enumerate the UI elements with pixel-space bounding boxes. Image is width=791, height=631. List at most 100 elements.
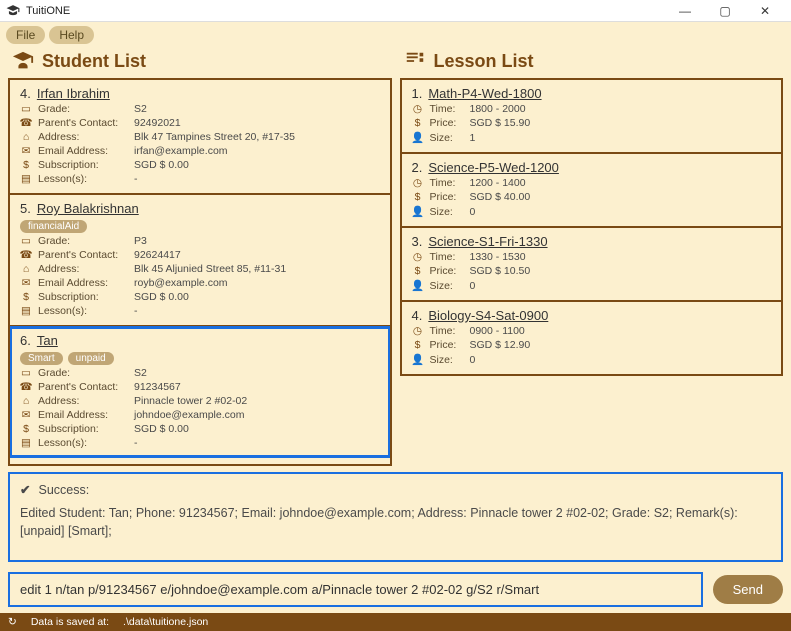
lesson-list[interactable]: 1. Math-P4-Wed-1800 ◷Time:1800 - 2000 $P… — [400, 80, 784, 376]
home-icon: ⌂ — [20, 131, 32, 143]
mail-icon: ✉ — [20, 145, 32, 157]
success-icon: ✔ — [20, 482, 30, 497]
lesson-pane: Lesson List 1. Math-P4-Wed-1800 ◷Time:18… — [400, 48, 784, 466]
lessons-label: Lesson(s): — [38, 437, 128, 449]
clock-icon: ◷ — [412, 325, 424, 337]
grade-label: Grade: — [38, 103, 128, 115]
clock-icon: ◷ — [412, 177, 424, 189]
help-menu[interactable]: Help — [49, 26, 94, 44]
lesson-count-icon: ▤ — [20, 437, 32, 449]
student-index: 5. — [20, 201, 31, 216]
subscription-value: SGD $ 0.00 — [134, 423, 380, 435]
send-button[interactable]: Send — [713, 575, 783, 604]
student-pane: Student List 4. Irfan Ibrahim ▭Grade:S2 … — [8, 48, 392, 466]
phone-icon: ☎ — [20, 117, 32, 129]
lesson-list-header: Lesson List — [400, 48, 784, 80]
lesson-card[interactable]: 3. Science-S1-Fri-1330 ◷Time:1330 - 1530… — [402, 228, 782, 302]
lessons-label: Lesson(s): — [38, 305, 128, 317]
person-icon: 👤 — [412, 353, 424, 366]
lesson-index: 1. — [412, 86, 423, 101]
titlebar: TuitiONE — ▢ ✕ — [0, 0, 791, 22]
grade-value: S2 — [134, 367, 380, 379]
status-label: Data is saved at: — [31, 616, 109, 628]
sync-icon: ↻ — [8, 616, 17, 628]
student-list[interactable]: 4. Irfan Ibrahim ▭Grade:S2 ☎Parent's Con… — [8, 80, 392, 466]
file-menu[interactable]: File — [6, 26, 45, 44]
email-label: Email Address: — [38, 145, 128, 157]
price-icon: $ — [412, 191, 424, 203]
parent-contact-value: 92492021 — [134, 117, 380, 129]
tag: Smart — [20, 352, 63, 365]
lesson-icon — [404, 50, 426, 72]
clock-icon: ◷ — [412, 251, 424, 263]
lesson-card[interactable]: 2. Science-P5-Wed-1200 ◷Time:1200 - 1400… — [402, 154, 782, 228]
size-label: Size: — [430, 280, 464, 292]
window-title: TuitiONE — [26, 5, 665, 17]
lesson-count-icon: ▤ — [20, 173, 32, 185]
email-value: irfan@example.com — [134, 145, 380, 157]
address-label: Address: — [38, 395, 128, 407]
price-value: SGD $ 10.50 — [470, 265, 560, 277]
parent-contact-label: Parent's Contact: — [38, 249, 128, 261]
lessons-label: Lesson(s): — [38, 173, 128, 185]
student-list-header: Student List — [8, 48, 392, 80]
lesson-card[interactable]: 4. Biology-S4-Sat-0900 ◷Time:0900 - 1100… — [402, 302, 782, 374]
price-label: Price: — [430, 265, 464, 277]
address-label: Address: — [38, 263, 128, 275]
student-list-title: Student List — [42, 51, 146, 72]
email-value: johndoe@example.com — [134, 409, 380, 421]
time-label: Time: — [430, 177, 464, 189]
home-icon: ⌂ — [20, 395, 32, 407]
subscription-label: Subscription: — [38, 291, 128, 303]
close-button[interactable]: ✕ — [745, 0, 785, 22]
minimize-button[interactable]: — — [665, 0, 705, 22]
size-value: 0 — [470, 206, 560, 218]
lessons-value: - — [134, 437, 380, 449]
home-icon: ⌂ — [20, 263, 32, 275]
price-value: SGD $ 40.00 — [470, 191, 560, 203]
parent-contact-label: Parent's Contact: — [38, 381, 128, 393]
email-label: Email Address: — [38, 277, 128, 289]
address-value: Pinnacle tower 2 #02-02 — [134, 395, 380, 407]
phone-icon: ☎ — [20, 249, 32, 261]
price-icon: $ — [412, 265, 424, 277]
email-label: Email Address: — [38, 409, 128, 421]
lesson-name: Biology-S4-Sat-0900 — [428, 308, 548, 323]
parent-contact-value: 91234567 — [134, 381, 380, 393]
lesson-name: Math-P4-Wed-1800 — [428, 86, 541, 101]
book-icon: ▭ — [20, 103, 32, 115]
clock-icon: ◷ — [412, 103, 424, 115]
person-icon: 👤 — [412, 205, 424, 218]
parent-contact-label: Parent's Contact: — [38, 117, 128, 129]
address-value: Blk 45 Aljunied Street 85, #11-31 — [134, 263, 380, 275]
price-label: Price: — [430, 117, 464, 129]
subscription-label: Subscription: — [38, 423, 128, 435]
parent-contact-value: 92624417 — [134, 249, 380, 261]
result-box: ✔ Success: Edited Student: Tan; Phone: 9… — [8, 472, 783, 562]
result-status: Success: — [38, 483, 89, 497]
student-card[interactable]: 6. Tan Smartunpaid ▭Grade:S2 ☎Parent's C… — [10, 327, 390, 457]
status-bar: ↻ Data is saved at: .\data\tuitione.json — [0, 613, 791, 631]
student-card[interactable]: 4. Irfan Ibrahim ▭Grade:S2 ☎Parent's Con… — [10, 80, 390, 195]
student-index: 4. — [20, 86, 31, 101]
command-input[interactable] — [8, 572, 703, 607]
price-label: Price: — [430, 339, 464, 351]
mail-icon: ✉ — [20, 409, 32, 421]
menubar: File Help — [0, 22, 791, 48]
student-card[interactable]: 5. Roy Balakrishnan financialAid ▭Grade:… — [10, 195, 390, 327]
size-label: Size: — [430, 354, 464, 366]
person-icon: 👤 — [412, 279, 424, 292]
result-body: Edited Student: Tan; Phone: 91234567; Em… — [20, 505, 771, 540]
mail-icon: ✉ — [20, 277, 32, 289]
time-value: 1200 - 1400 — [470, 177, 560, 189]
lesson-name: Science-P5-Wed-1200 — [428, 160, 559, 175]
lessons-value: - — [134, 305, 380, 317]
time-value: 0900 - 1100 — [470, 325, 560, 337]
size-label: Size: — [430, 206, 464, 218]
price-value: SGD $ 15.90 — [470, 117, 560, 129]
lessons-value: - — [134, 173, 380, 185]
lesson-card[interactable]: 1. Math-P4-Wed-1800 ◷Time:1800 - 2000 $P… — [402, 80, 782, 154]
address-label: Address: — [38, 131, 128, 143]
maximize-button[interactable]: ▢ — [705, 0, 745, 22]
app-icon — [6, 4, 20, 18]
